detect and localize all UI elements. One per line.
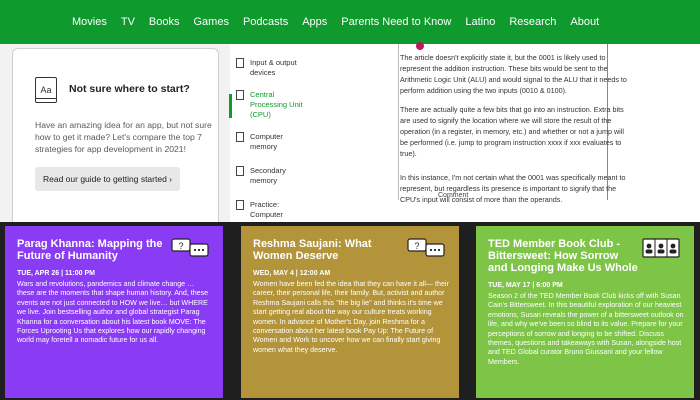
svg-text:?: ? — [414, 241, 419, 251]
article-icon — [236, 58, 244, 68]
event-title: Reshma Saujani: What Women Deserve — [253, 238, 372, 262]
event-description: Women have been fed the idea that they c… — [253, 280, 449, 354]
comment-link[interactable]: Comment — [438, 192, 468, 199]
toc-item-label: Computer memory — [250, 132, 283, 151]
answer-paragraph-3: In this instance, I'm not certain what t… — [400, 173, 626, 204]
promo-card-body: Have an amazing idea for an app, but not… — [35, 120, 212, 154]
article-icon — [236, 132, 244, 142]
promo-pane: Aa Not sure where to start? Have an amaz… — [0, 44, 230, 238]
answer-paragraph-1: The article doesn't explicitly state it,… — [400, 53, 627, 95]
event-description: Wars and revolutions, pandemics and clim… — [17, 280, 209, 345]
toc-active-indicator — [229, 94, 232, 118]
toc-item-secondary-memory[interactable]: Secondary memory — [236, 166, 312, 186]
toc-item-label: Secondary memory — [250, 166, 286, 185]
svg-text:?: ? — [178, 241, 183, 251]
article-reader: The article doesn't explicitly state it,… — [316, 42, 700, 222]
event-card[interactable]: TED Member Book Club - Bittersweet: How … — [476, 226, 694, 398]
nav-item-movies[interactable]: Movies — [72, 16, 107, 28]
nav-item-research[interactable]: Research — [509, 16, 556, 28]
toc-item-cpu[interactable]: Central Processing Unit (CPU) — [236, 90, 312, 120]
nav-item-latino[interactable]: Latino — [465, 16, 495, 28]
upper-content: Aa Not sure where to start? Have an amaz… — [0, 42, 700, 238]
nav-item-about[interactable]: About — [570, 16, 599, 28]
article-icon — [236, 166, 244, 176]
video-call-icon — [642, 238, 680, 258]
events-band: ? Parag Khanna: Mapping the Future of Hu… — [0, 222, 700, 400]
event-date: TUE, APR 26 | 11:00 PM — [17, 270, 95, 277]
highlight-pin-icon[interactable] — [416, 42, 424, 50]
toc-item-input-output[interactable]: Input & output devices — [236, 58, 312, 78]
answer-paragraph-2: There are actually quite a few bits that… — [400, 105, 624, 158]
nav-item-books[interactable]: Books — [149, 16, 180, 28]
event-card[interactable]: ? Parag Khanna: Mapping the Future of Hu… — [5, 226, 223, 398]
article-icon — [236, 90, 244, 100]
event-card[interactable]: ? Reshma Saujani: What Women Deserve WED… — [241, 226, 459, 398]
nav-item-games[interactable]: Games — [193, 16, 228, 28]
toc-item-label: Input & output devices — [250, 58, 297, 77]
nav-item-parents-need-to-know[interactable]: Parents Need to Know — [341, 16, 451, 28]
chat-bubbles-icon: ? — [407, 238, 445, 257]
nav-item-apps[interactable]: Apps — [302, 16, 327, 28]
event-description: Season 2 of the TED Member Book Club kic… — [488, 292, 684, 366]
event-title: TED Member Book Club - Bittersweet: How … — [488, 238, 638, 274]
nav-item-tv[interactable]: TV — [121, 16, 135, 28]
exercise-icon — [236, 200, 244, 210]
event-date: WED, MAY 4 | 12:00 AM — [253, 270, 331, 277]
event-date: TUE, MAY 17 | 6:00 PM — [488, 282, 563, 289]
toc-item-label: Central Processing Unit (CPU) — [250, 90, 303, 119]
chat-bubbles-icon: ? — [171, 238, 209, 257]
top-nav: Movies TV Books Games Podcasts Apps Pare… — [0, 0, 700, 44]
toc-item-computer-memory[interactable]: Computer memory — [236, 132, 312, 152]
nav-item-podcasts[interactable]: Podcasts — [243, 16, 288, 28]
lesson-toc: Input & output devices Central Processin… — [229, 44, 314, 229]
read-guide-button[interactable]: Read our guide to getting started › — [35, 167, 180, 191]
book-icon: Aa — [35, 77, 57, 103]
promo-card: Aa Not sure where to start? Have an amaz… — [12, 48, 219, 238]
event-title: Parag Khanna: Mapping the Future of Huma… — [17, 238, 163, 262]
promo-card-title: Not sure where to start? — [69, 83, 190, 95]
